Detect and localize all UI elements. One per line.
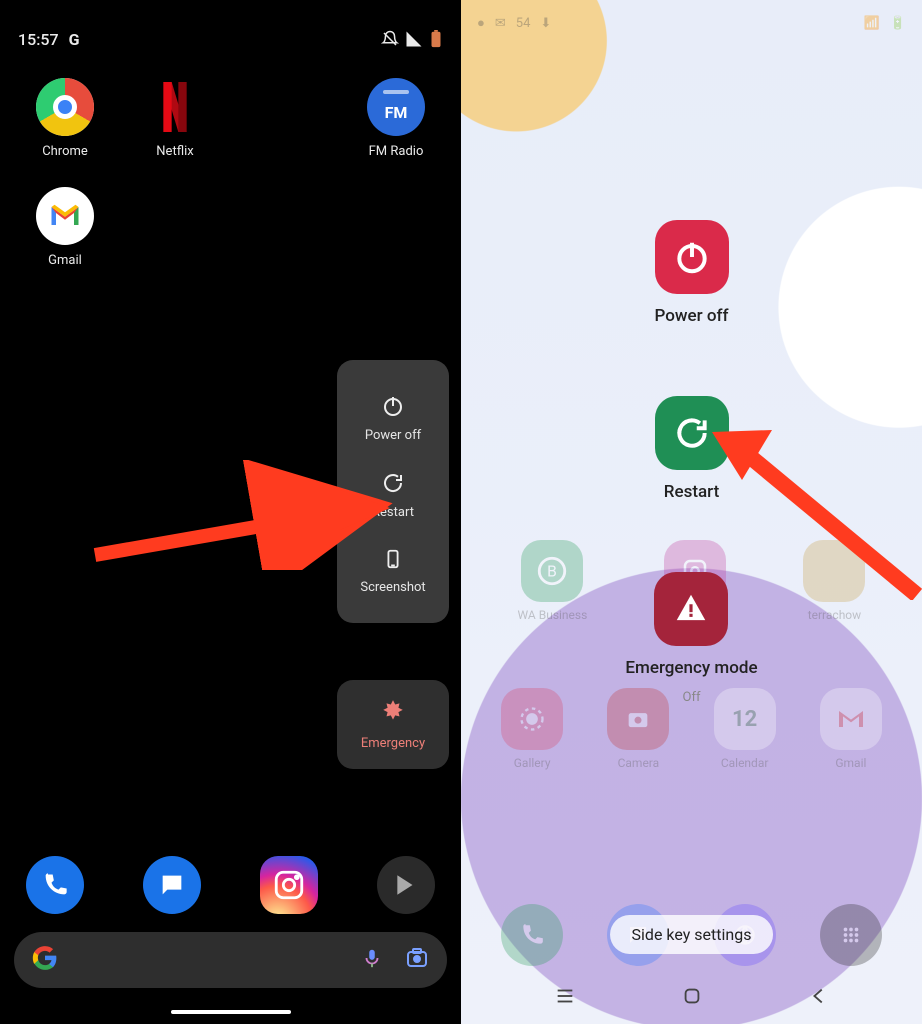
nav-back[interactable] bbox=[805, 982, 833, 1010]
phone-samsung: ● ✉ 54 ⬇ 📶 🔋 BWA Business Instagram terr… bbox=[461, 0, 922, 1024]
bg-dock-apps bbox=[820, 904, 882, 966]
gmail-icon bbox=[36, 187, 94, 245]
app-fm-radio[interactable]: FM FM Radio bbox=[351, 78, 441, 159]
nav-recents[interactable] bbox=[551, 982, 579, 1010]
lens-icon[interactable] bbox=[405, 946, 429, 974]
fm-radio-icon: FM bbox=[367, 78, 425, 136]
netflix-icon bbox=[146, 78, 204, 136]
search-bar[interactable] bbox=[14, 932, 447, 988]
power-menu-label: Emergency mode bbox=[625, 658, 757, 678]
dock-play-store[interactable] bbox=[377, 856, 435, 914]
letterbox bbox=[0, 0, 461, 16]
phone-stock-android: 15:57 G x Chrome bbox=[0, 0, 461, 1024]
app-label: FM Radio bbox=[369, 144, 424, 159]
camera-cutout: ● bbox=[477, 15, 485, 31]
nav-home[interactable] bbox=[678, 982, 706, 1010]
dock-phone[interactable] bbox=[26, 856, 84, 914]
power-menu: Power off Restart Screenshot bbox=[337, 360, 449, 623]
battery-icon bbox=[429, 30, 443, 48]
app-gmail[interactable]: Gmail bbox=[20, 187, 110, 268]
status-time: 15:57 bbox=[18, 30, 59, 49]
gesture-nav-pill[interactable] bbox=[171, 1010, 291, 1014]
power-menu-sublabel: Off bbox=[683, 690, 701, 705]
power-menu: Power off Restart Emergency mode Off bbox=[461, 220, 922, 705]
power-menu-restart[interactable]: Restart bbox=[655, 396, 729, 502]
power-menu-power-off[interactable]: Power off bbox=[337, 380, 449, 457]
svg-text:x: x bbox=[412, 31, 416, 39]
power-menu-emergency-mode[interactable]: Emergency mode Off bbox=[625, 572, 757, 705]
status-text: 54 bbox=[516, 16, 531, 31]
dock bbox=[0, 856, 461, 914]
bg-dock-phone bbox=[501, 904, 563, 966]
dock-messages[interactable] bbox=[143, 856, 201, 914]
power-menu-restart[interactable]: Restart bbox=[337, 457, 449, 534]
power-menu-label: Screenshot bbox=[360, 580, 425, 595]
power-icon bbox=[655, 220, 729, 294]
power-icon bbox=[381, 394, 405, 422]
power-menu-label: Restart bbox=[372, 505, 414, 520]
emergency-icon bbox=[654, 572, 728, 646]
restart-icon bbox=[655, 396, 729, 470]
nav-bar bbox=[461, 982, 922, 1010]
status-icon: ✉ bbox=[495, 16, 506, 31]
power-menu-emergency[interactable]: Emergency bbox=[337, 680, 449, 769]
app-label: Gmail bbox=[48, 253, 82, 268]
screenshot-icon bbox=[382, 548, 404, 574]
power-menu-label: Power off bbox=[655, 306, 729, 326]
status-bar: 15:57 G x bbox=[0, 24, 461, 54]
power-menu-label: Emergency bbox=[361, 736, 425, 751]
power-menu-screenshot[interactable]: Screenshot bbox=[337, 534, 449, 609]
emergency-icon bbox=[380, 698, 406, 728]
chrome-icon bbox=[36, 78, 94, 136]
wifi-icon: 📶 bbox=[864, 16, 880, 31]
side-key-settings-button[interactable]: Side key settings bbox=[610, 915, 774, 954]
power-menu-label: Restart bbox=[664, 482, 719, 502]
battery-icon: 🔋 bbox=[890, 16, 906, 31]
mic-icon[interactable] bbox=[361, 947, 383, 973]
app-label: Chrome bbox=[42, 144, 88, 159]
app-label: Netflix bbox=[156, 144, 193, 159]
power-menu-power-off[interactable]: Power off bbox=[655, 220, 729, 326]
app-netflix[interactable]: Netflix bbox=[130, 78, 220, 159]
dock-instagram[interactable] bbox=[260, 856, 318, 914]
google-indicator: G bbox=[69, 30, 80, 49]
power-menu-label: Power off bbox=[365, 428, 421, 443]
side-key-label: Side key settings bbox=[632, 925, 752, 944]
google-g-icon bbox=[32, 945, 58, 975]
home-grid: Chrome Netflix FM FM Radio bbox=[0, 68, 461, 278]
signal-no-data-icon: x bbox=[405, 30, 423, 48]
status-icon: ⬇ bbox=[540, 16, 551, 31]
status-bar: ● ✉ 54 ⬇ 📶 🔋 bbox=[461, 12, 922, 34]
restart-icon bbox=[381, 471, 405, 499]
dnd-off-icon bbox=[381, 30, 399, 48]
app-chrome[interactable]: Chrome bbox=[20, 78, 110, 159]
